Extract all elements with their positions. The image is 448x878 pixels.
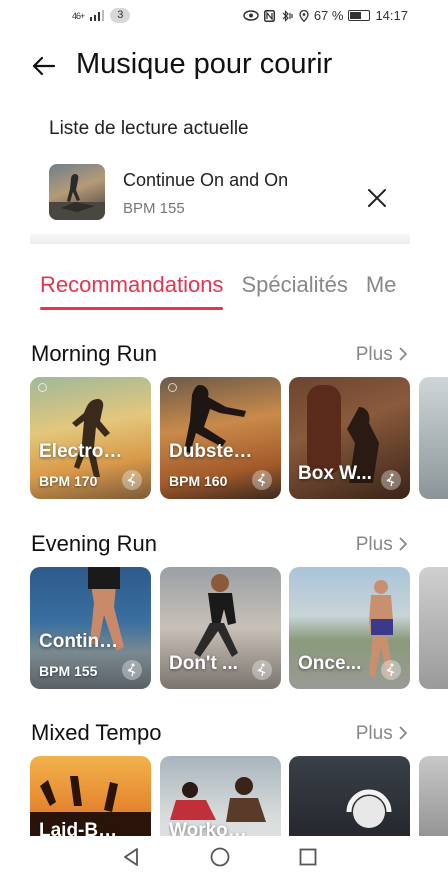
- card-bpm: BPM 155: [39, 663, 98, 679]
- row-evening-run: Continu... BPM 155 Don't ... Once...: [30, 567, 448, 689]
- card-title: Dubstep...: [169, 441, 253, 462]
- back-arrow-icon[interactable]: [28, 50, 60, 82]
- system-nav-bar: [0, 836, 448, 878]
- playlist-card[interactable]: Dubstep... BPM 160: [160, 377, 281, 499]
- current-playlist-item[interactable]: Continue On and On BPM 155: [49, 164, 409, 224]
- playlist-card[interactable]: Box W...: [289, 377, 410, 499]
- bluetooth-vibrate-icon: [282, 9, 293, 22]
- location-icon: [299, 9, 309, 22]
- recents-square-icon[interactable]: [297, 846, 319, 868]
- battery-percent: 67 %: [313, 8, 344, 23]
- tab-specialites[interactable]: Spécialités: [241, 272, 347, 298]
- current-playlist-label: Liste de lecture actuelle: [49, 118, 249, 139]
- status-left: 46+ 3: [72, 8, 131, 23]
- chevron-right-icon: [399, 726, 408, 740]
- more-label: Plus: [355, 344, 393, 365]
- headphones-image: [346, 789, 392, 828]
- home-circle-icon[interactable]: [209, 846, 231, 868]
- playlist-card-peek[interactable]: [419, 377, 448, 499]
- current-playlist-title: Continue On and On: [123, 170, 289, 190]
- run-icon: [122, 470, 142, 490]
- row-morning-run: Electro ... BPM 170 Dubstep... BPM 160 B…: [30, 377, 448, 499]
- run-icon: [252, 660, 272, 680]
- more-label: Plus: [355, 723, 393, 744]
- card-title: Don't ...: [169, 653, 238, 674]
- tab-recommandations[interactable]: Recommandations: [40, 272, 224, 310]
- notification-badge: 3: [110, 8, 131, 23]
- playlist-card[interactable]: Continu... BPM 155: [30, 567, 151, 689]
- card-bpm: BPM 160: [169, 473, 228, 489]
- section-title-mixed-tempo: Mixed Tempo: [31, 720, 162, 745]
- card-title: Box W...: [298, 463, 372, 484]
- section-title-evening-run: Evening Run: [31, 531, 157, 556]
- current-playlist-bpm: BPM 155: [123, 200, 185, 217]
- section-more-evening-run[interactable]: Plus: [356, 534, 408, 556]
- card-bpm: BPM 170: [39, 473, 98, 489]
- section-more-mixed-tempo[interactable]: Plus: [356, 723, 408, 745]
- network-type: 46+: [72, 10, 85, 21]
- run-icon: [122, 660, 142, 680]
- playlist-card[interactable]: Laid-Ba...: [30, 756, 151, 836]
- signal-icon: [90, 10, 105, 21]
- close-icon[interactable]: [365, 186, 389, 210]
- more-label: Plus: [355, 534, 393, 555]
- section-more-morning-run[interactable]: Plus: [356, 344, 408, 366]
- chevron-right-icon: [399, 537, 408, 551]
- playlist-card-peek[interactable]: [419, 756, 448, 836]
- playlist-card-peek[interactable]: [419, 567, 448, 689]
- chevron-right-icon: [399, 347, 408, 361]
- playlist-card[interactable]: [289, 756, 410, 836]
- badge-dot: [168, 383, 177, 392]
- badge-dot: [38, 383, 47, 392]
- run-icon: [381, 660, 401, 680]
- tab-fade: [398, 260, 448, 310]
- app-header: Musique pour courir: [0, 44, 448, 88]
- tab-more[interactable]: Me: [366, 272, 397, 298]
- playlist-card[interactable]: Don't ...: [160, 567, 281, 689]
- card-title: Laid-Ba...: [39, 820, 123, 836]
- card-title: Workout ...: [169, 820, 253, 836]
- status-right: 67 % 14:17: [243, 8, 408, 23]
- card-title: Once...: [298, 653, 362, 674]
- card-title: Continu...: [39, 631, 123, 652]
- battery-fill: [350, 12, 362, 19]
- tab-bar: Recommandations Spécialités Me: [40, 272, 448, 312]
- clock: 14:17: [375, 8, 408, 23]
- page-title: Musique pour courir: [76, 48, 333, 80]
- runner-image: [49, 174, 105, 220]
- run-icon: [252, 470, 272, 490]
- nfc-icon: [263, 9, 275, 22]
- playlist-card[interactable]: Electro ... BPM 170: [30, 377, 151, 499]
- divider: [30, 234, 410, 244]
- back-triangle-icon[interactable]: [120, 846, 142, 868]
- card-title: Electro ...: [39, 441, 123, 462]
- playlist-card[interactable]: Workout ...: [160, 756, 281, 836]
- run-icon: [381, 470, 401, 490]
- status-bar: 46+ 3 67 % 14:17: [0, 0, 448, 34]
- eye-icon: [243, 10, 259, 21]
- section-title-morning-run: Morning Run: [31, 341, 157, 366]
- row-mixed-tempo: Laid-Ba... Workout ...: [30, 756, 448, 836]
- battery-icon: [348, 10, 371, 21]
- current-playlist-thumbnail: [49, 164, 105, 220]
- playlist-card[interactable]: Once...: [289, 567, 410, 689]
